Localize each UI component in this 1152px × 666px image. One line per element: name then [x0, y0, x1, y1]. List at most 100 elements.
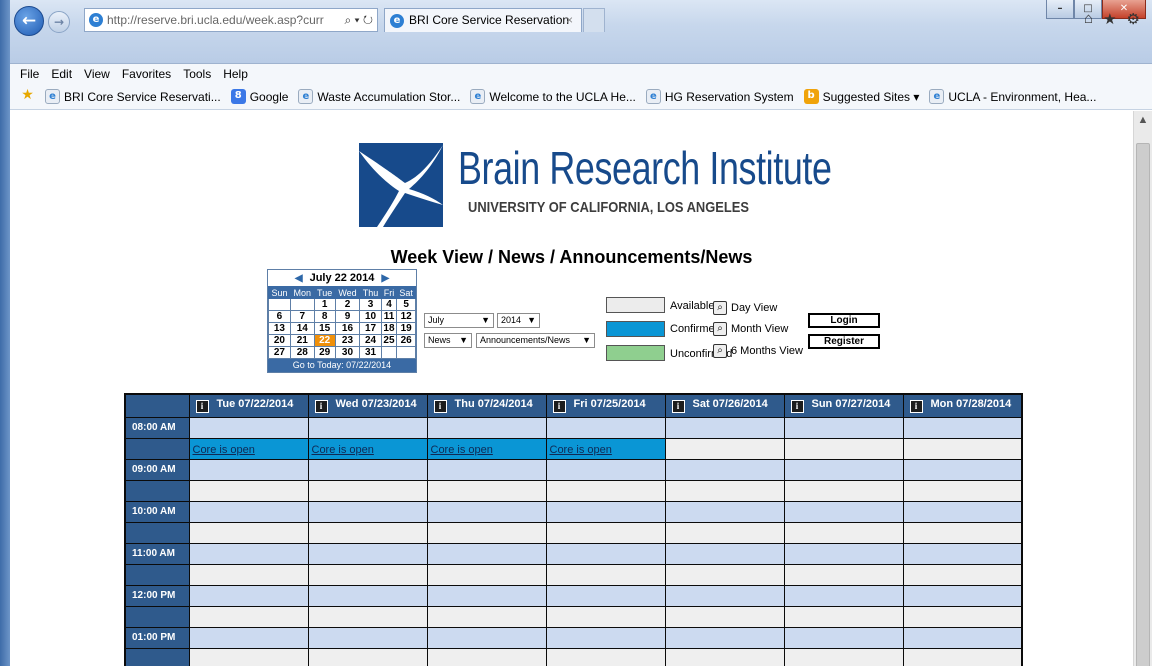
scrollbar-thumb[interactable]: [1136, 143, 1150, 666]
vertical-scrollbar[interactable]: ▲: [1133, 111, 1152, 666]
calendar-day[interactable]: 7: [289, 310, 315, 323]
time-slot[interactable]: [307, 605, 428, 628]
time-slot[interactable]: [307, 626, 428, 649]
info-icon[interactable]: i: [314, 400, 328, 414]
time-slot[interactable]: [426, 500, 547, 523]
menu-edit[interactable]: Edit: [51, 67, 72, 81]
menu-view[interactable]: View: [84, 67, 110, 81]
time-slot[interactable]: [902, 479, 1023, 502]
calendar-day[interactable]: 2: [334, 298, 361, 311]
time-slot[interactable]: [783, 542, 904, 565]
add-favorite-star-icon[interactable]: ★: [20, 88, 35, 104]
day-view-link[interactable]: ⌕ Day View: [713, 301, 777, 315]
six-months-view-link[interactable]: ⌕ 6 Months View: [713, 344, 803, 358]
browser-tab[interactable]: e BRI Core Service Reservation ×: [384, 8, 582, 32]
time-slot[interactable]: [188, 479, 309, 502]
time-slot[interactable]: [783, 647, 904, 666]
favorite-item[interactable]: e Waste Accumulation Stor...: [298, 89, 460, 104]
calendar-day[interactable]: 15: [313, 322, 336, 335]
time-slot[interactable]: [902, 542, 1023, 565]
gear-icon[interactable]: ⚙: [1127, 10, 1140, 28]
time-slot[interactable]: [902, 458, 1023, 481]
address-bar[interactable]: e http://reserve.bri.ucla.edu/week.asp?c…: [84, 8, 378, 32]
time-slot[interactable]: [426, 626, 547, 649]
menu-file[interactable]: File: [20, 67, 39, 81]
time-slot[interactable]: [664, 605, 785, 628]
time-slot[interactable]: [188, 500, 309, 523]
menu-tools[interactable]: Tools: [183, 67, 211, 81]
time-slot[interactable]: [426, 458, 547, 481]
time-slot[interactable]: [426, 479, 547, 502]
time-slot[interactable]: [307, 479, 428, 502]
favorite-item[interactable]: 8 Google: [230, 89, 288, 104]
menu-help[interactable]: Help: [223, 67, 248, 81]
info-icon[interactable]: i: [790, 400, 804, 414]
calendar-day[interactable]: 17: [359, 322, 382, 335]
go-to-today-link[interactable]: Go to Today: 07/22/2014: [268, 359, 416, 372]
home-icon[interactable]: ⌂: [1084, 10, 1093, 28]
calendar-day[interactable]: 10: [359, 310, 382, 323]
calendar-day[interactable]: 8: [313, 310, 336, 323]
time-slot[interactable]: [426, 416, 547, 439]
time-slot[interactable]: [783, 626, 904, 649]
time-slot[interactable]: [188, 563, 309, 586]
scroll-up-icon[interactable]: ▲: [1134, 111, 1152, 129]
calendar-day[interactable]: 19: [396, 322, 416, 335]
time-slot[interactable]: [188, 605, 309, 628]
time-slot[interactable]: [545, 521, 666, 544]
day-header[interactable]: i Wed 07/23/2014: [307, 393, 428, 418]
prev-month-icon[interactable]: ◀: [295, 273, 303, 284]
day-header[interactable]: i Thu 07/24/2014: [426, 393, 547, 418]
favorite-item[interactable]: e BRI Core Service Reservati...: [45, 89, 221, 104]
time-slot[interactable]: [783, 458, 904, 481]
forward-button[interactable]: →: [48, 11, 70, 33]
time-slot[interactable]: [545, 626, 666, 649]
time-slot[interactable]: [545, 584, 666, 607]
time-slot[interactable]: [188, 542, 309, 565]
time-slot[interactable]: [545, 605, 666, 628]
time-slot[interactable]: [902, 584, 1023, 607]
time-slot[interactable]: [545, 458, 666, 481]
info-icon[interactable]: i: [552, 400, 566, 414]
info-icon[interactable]: i: [909, 400, 923, 414]
core-open-link[interactable]: Core is open: [190, 444, 255, 456]
address-search-refresh-icons[interactable]: ⌕ ▾ ↻: [344, 9, 373, 31]
calendar-day[interactable]: 20: [268, 334, 291, 347]
time-slot[interactable]: [188, 647, 309, 666]
time-slot[interactable]: [783, 437, 904, 460]
time-slot[interactable]: [545, 647, 666, 666]
favorite-item[interactable]: e UCLA - Environment, Hea...: [929, 89, 1096, 104]
time-slot[interactable]: [426, 521, 547, 544]
calendar-day[interactable]: 31: [359, 346, 382, 359]
time-slot[interactable]: [783, 605, 904, 628]
time-slot[interactable]: [188, 626, 309, 649]
time-slot[interactable]: [664, 437, 785, 460]
month-select[interactable]: July ▼: [424, 313, 494, 328]
time-slot[interactable]: [664, 500, 785, 523]
calendar-day[interactable]: 5: [396, 298, 416, 311]
time-slot[interactable]: [664, 647, 785, 666]
time-slot[interactable]: [664, 479, 785, 502]
day-header[interactable]: i Fri 07/25/2014: [545, 393, 666, 418]
time-slot[interactable]: [307, 542, 428, 565]
favorite-item[interactable]: e Welcome to the UCLA He...: [470, 89, 636, 104]
time-slot[interactable]: [783, 584, 904, 607]
time-slot[interactable]: [188, 521, 309, 544]
time-slot[interactable]: [783, 500, 904, 523]
time-slot[interactable]: [902, 647, 1023, 666]
time-slot[interactable]: [307, 563, 428, 586]
reservation-slot[interactable]: Core is open: [188, 437, 309, 460]
time-slot[interactable]: [307, 500, 428, 523]
day-header[interactable]: i Sat 07/26/2014: [664, 393, 785, 418]
tab-close-icon[interactable]: ×: [566, 9, 573, 32]
year-select[interactable]: 2014 ▼: [497, 313, 540, 328]
time-slot[interactable]: [545, 563, 666, 586]
favorites-star-icon[interactable]: ★: [1103, 10, 1116, 28]
time-slot[interactable]: [902, 416, 1023, 439]
time-slot[interactable]: [902, 437, 1023, 460]
core-open-link[interactable]: Core is open: [547, 444, 612, 456]
day-header[interactable]: i Sun 07/27/2014: [783, 393, 904, 418]
calendar-day[interactable]: 9: [334, 310, 361, 323]
time-slot[interactable]: [188, 458, 309, 481]
calendar-day[interactable]: 26: [396, 334, 416, 347]
